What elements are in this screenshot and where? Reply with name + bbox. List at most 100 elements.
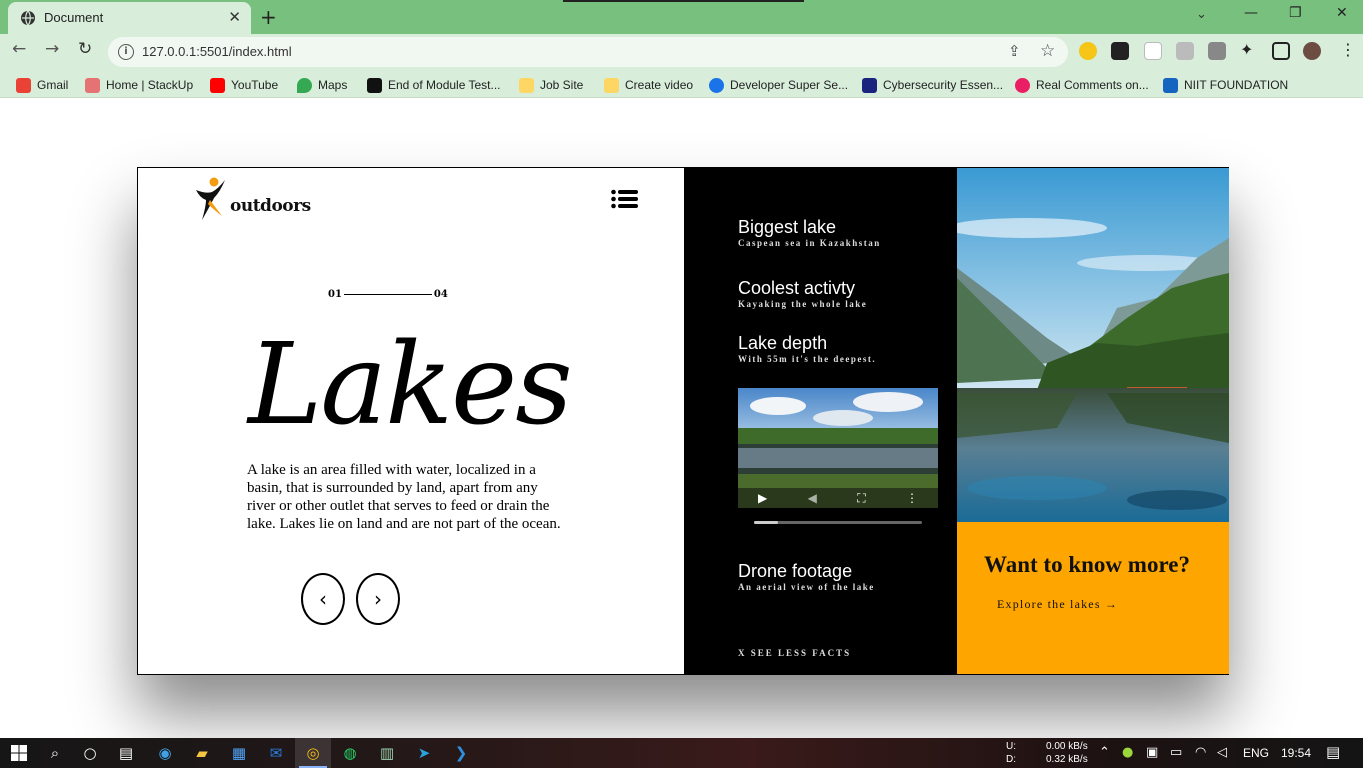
browser-tab[interactable]: Document ✕ [8, 2, 251, 34]
volume-icon[interactable]: ◁ [1217, 745, 1227, 760]
side-panel-icon[interactable] [1272, 42, 1290, 60]
slide-counter: 01 04 [328, 289, 448, 300]
net-download-label: D: [1006, 754, 1016, 765]
bookmark-cybersecurity[interactable]: Cybersecurity Essen... [862, 76, 1003, 94]
explore-lakes-link[interactable]: Explore the lakes → [997, 597, 1118, 612]
fact-item: Lake depth With 55m it's the deepest. [738, 333, 876, 364]
store-icon[interactable]: ▦ [229, 743, 249, 763]
extension-4-icon[interactable] [1176, 42, 1194, 60]
minimize-button[interactable]: — [1244, 5, 1258, 21]
next-slide-button[interactable]: › [356, 573, 400, 625]
tray-expand-icon[interactable]: ⌃ [1099, 745, 1110, 760]
search-icon[interactable]: ⌕ [45, 743, 65, 763]
share-icon[interactable]: ⇪ [1008, 42, 1021, 60]
browser-menu-icon[interactable]: ⋮ [1340, 40, 1356, 59]
windows-taskbar: ⌕ ○ ▤ ◉ ▰ ▦ ✉ ◎ ◍ ▥ ➤ ❯ U: D: 0.00 kB/s … [0, 738, 1363, 768]
logo-text: outdoors [230, 196, 311, 216]
extensions-puzzle-icon[interactable]: ✦ [1240, 40, 1253, 59]
tray-app-icon[interactable]: ● [1122, 745, 1133, 760]
task-view-icon[interactable]: ▤ [116, 743, 136, 763]
bookmark-end-of-module[interactable]: End of Module Test... [367, 76, 501, 94]
video-more-icon[interactable]: ⋮ [906, 491, 918, 505]
tab-title: Document [44, 10, 104, 25]
bookmarks-bar: Gmail Home | StackUp YouTube Maps End of… [0, 70, 1363, 98]
bookmark-stackup[interactable]: Home | StackUp [85, 76, 193, 94]
close-window-button[interactable]: ✕ [1336, 5, 1348, 21]
fact-item: Biggest lake Caspean sea in Kazakhstan [738, 217, 881, 248]
notepad-icon[interactable]: ▥ [377, 743, 397, 763]
address-bar[interactable]: i 127.0.0.1:5501/index.html ⇪ ☆ [108, 37, 1068, 67]
vscode-icon[interactable]: ❯ [451, 743, 471, 763]
fullscreen-icon[interactable]: ⛶ [857, 491, 865, 506]
extension-3-icon[interactable] [1144, 42, 1162, 60]
language-indicator[interactable]: ENG [1243, 746, 1269, 760]
bookmark-real-comments[interactable]: Real Comments on... [1015, 76, 1149, 94]
net-upload-speed: 0.00 kB/s [1046, 741, 1088, 752]
intro-panel: outdoors 01 04 Lakes A lake is an area f… [138, 168, 684, 674]
windows-start-icon[interactable] [9, 743, 29, 763]
clock[interactable]: 19:54 [1281, 746, 1311, 760]
bookmark-gmail[interactable]: Gmail [16, 76, 68, 94]
hero-title: Lakes [248, 320, 573, 450]
tab-strip: Document ✕ + ⌄ — ❐ ✕ [0, 0, 1363, 34]
drone-subtitle: An aerial view of the lake [738, 582, 875, 592]
bookmark-create-video[interactable]: Create video [604, 76, 693, 94]
video-progress-bar[interactable] [754, 521, 922, 524]
back-button[interactable]: ← [12, 39, 26, 59]
counter-line [343, 294, 432, 295]
wifi-icon[interactable]: ◠ [1195, 745, 1206, 760]
browser-toolbar: ← → ↻ i 127.0.0.1:5501/index.html ⇪ ☆ ✦ … [0, 34, 1363, 70]
fact-title: Coolest activty [738, 278, 856, 298]
bookmark-youtube[interactable]: YouTube [210, 76, 278, 94]
mail-icon[interactable]: ✉ [266, 743, 286, 763]
edge-icon[interactable]: ◉ [155, 743, 175, 763]
video-player[interactable]: ▶ ◀ ⛶ ⋮ [738, 388, 938, 508]
see-less-facts-link[interactable]: X SEE LESS FACTS [738, 648, 851, 658]
extension-1-icon[interactable] [1079, 42, 1097, 60]
site-info-icon[interactable]: i [118, 44, 134, 60]
developer-icon [709, 77, 724, 93]
forward-button[interactable]: → [45, 39, 59, 59]
extension-5-icon[interactable] [1208, 42, 1226, 60]
fact-subtitle: With 55m it's the deepest. [738, 354, 877, 364]
cortana-icon[interactable]: ○ [80, 743, 100, 763]
fact-title: Biggest lake [738, 217, 837, 237]
comments-icon [1015, 77, 1030, 93]
battery-icon[interactable]: ▭ [1170, 745, 1182, 760]
chrome-icon[interactable]: ◎ [303, 743, 323, 763]
fact-subtitle: Kayaking the whole lake [738, 299, 868, 309]
hamburger-menu-icon[interactable] [611, 189, 638, 209]
restore-button[interactable]: ❐ [1289, 5, 1302, 21]
prev-slide-button[interactable]: ‹ [301, 573, 345, 625]
facts-panel: Biggest lake Caspean sea in Kazakhstan C… [684, 168, 957, 674]
tab-search-button[interactable]: ⌄ [1196, 7, 1207, 22]
gc-icon [367, 77, 382, 93]
cisco-icon [862, 77, 877, 93]
more-info-title: Want to know more? [984, 552, 1190, 577]
globe-icon [21, 10, 35, 26]
title-indicator [563, 0, 804, 2]
extension-2-icon[interactable] [1111, 42, 1129, 60]
notifications-icon[interactable]: ▤ [1326, 743, 1340, 761]
profile-avatar[interactable] [1303, 42, 1321, 60]
play-icon[interactable]: ▶ [758, 491, 767, 505]
reload-button[interactable]: ↻ [78, 39, 92, 59]
bookmark-star-icon[interactable]: ☆ [1040, 41, 1055, 61]
volume-icon[interactable]: ◀ [808, 491, 817, 505]
lake-image [957, 168, 1229, 522]
url-text[interactable]: 127.0.0.1:5501/index.html [142, 44, 292, 59]
bookmark-niit[interactable]: NIIT FOUNDATION [1163, 76, 1288, 94]
niit-icon [1163, 77, 1178, 93]
bookmark-maps[interactable]: Maps [297, 76, 347, 94]
tab-close-icon[interactable]: ✕ [228, 8, 241, 26]
file-explorer-icon[interactable]: ▰ [192, 743, 212, 763]
more-info-box: Want to know more? Explore the lakes → [957, 522, 1229, 674]
net-upload-label: U: [1006, 741, 1016, 752]
telegram-icon[interactable]: ➤ [414, 743, 434, 763]
bookmark-job-site[interactable]: Job Site [519, 76, 583, 94]
new-tab-button[interactable]: + [260, 5, 277, 29]
bookmark-developer[interactable]: Developer Super Se... [709, 76, 848, 94]
folder-icon [604, 77, 619, 93]
whatsapp-icon[interactable]: ◍ [340, 743, 360, 763]
meet-now-icon[interactable]: ▣ [1146, 745, 1158, 760]
